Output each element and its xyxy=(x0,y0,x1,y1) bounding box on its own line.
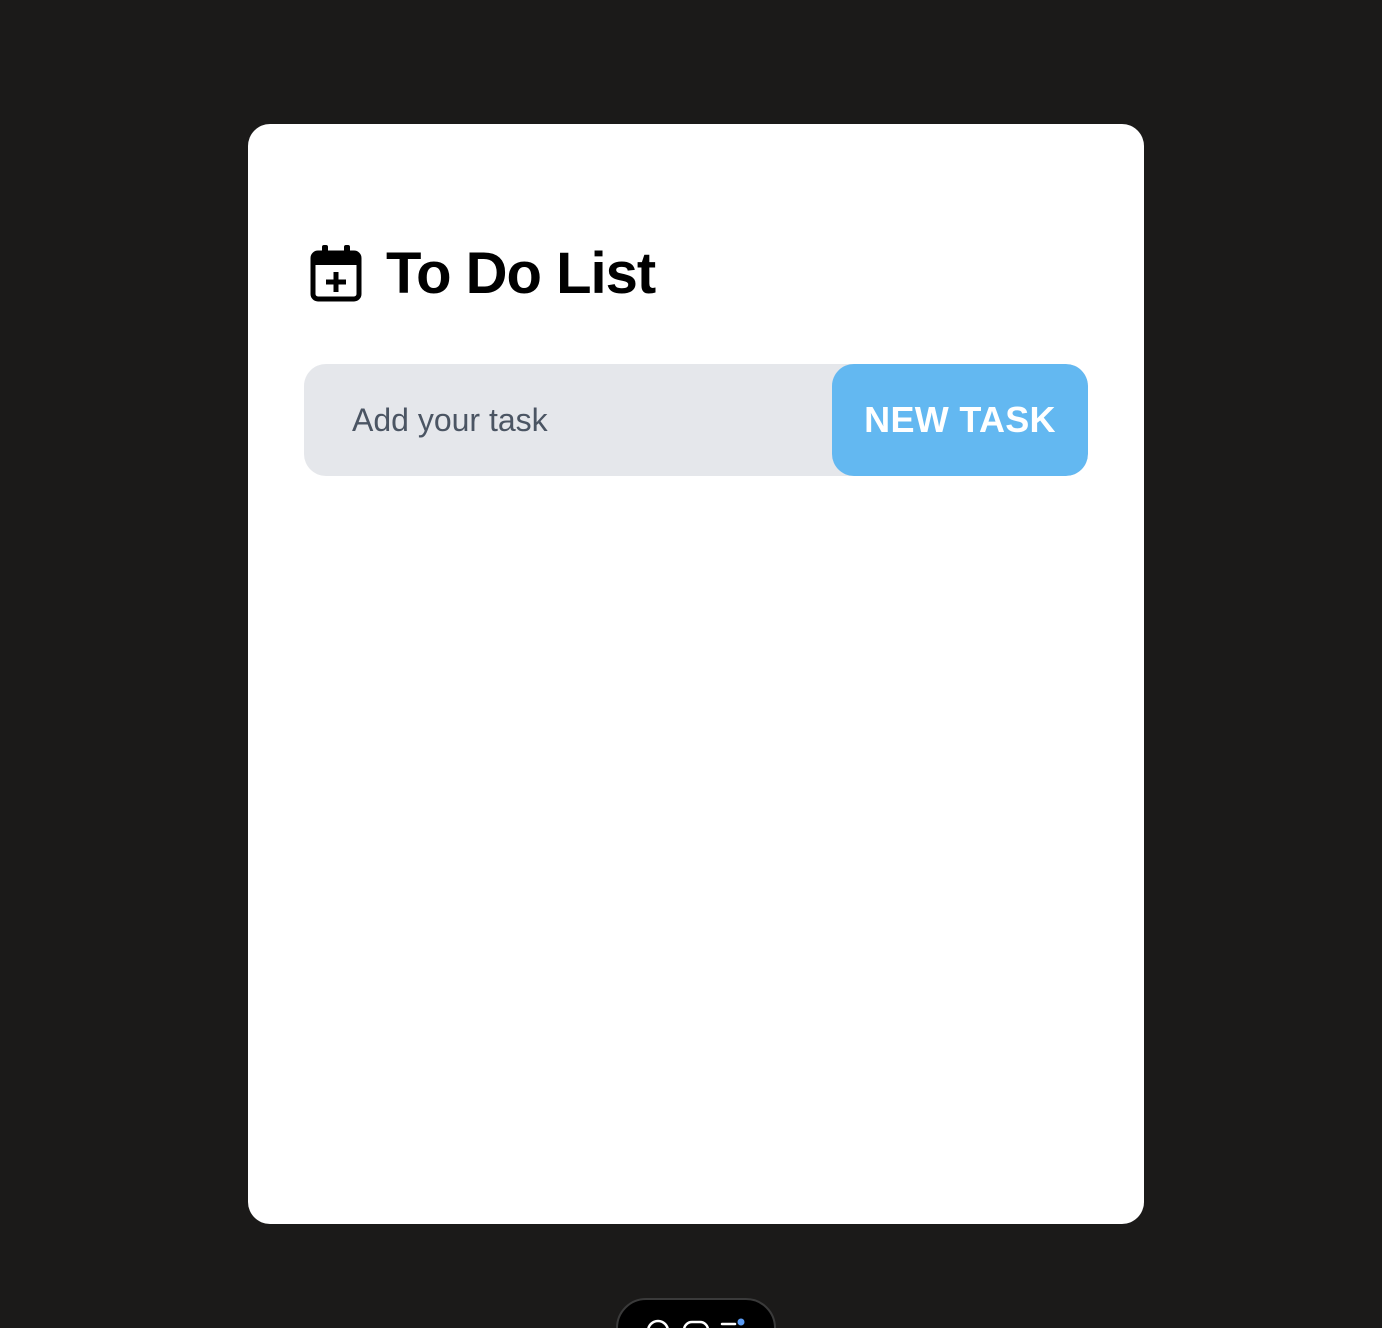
task-input[interactable] xyxy=(304,364,832,476)
floating-dock xyxy=(616,1298,776,1328)
new-task-button[interactable]: NEW TASK xyxy=(832,364,1088,476)
task-list xyxy=(304,514,1088,1154)
todo-card: To Do List NEW TASK xyxy=(248,124,1144,1224)
header: To Do List xyxy=(310,241,656,306)
notification-dot xyxy=(737,1318,745,1326)
list-icon[interactable] xyxy=(719,1318,747,1328)
search-icon[interactable] xyxy=(645,1318,673,1328)
page-title: To Do List xyxy=(386,241,656,306)
page: To Do List NEW TASK xyxy=(0,0,1382,1328)
new-task-form: NEW TASK xyxy=(304,364,1088,476)
calendar-plus-icon xyxy=(310,245,362,302)
chat-icon[interactable] xyxy=(682,1318,710,1328)
